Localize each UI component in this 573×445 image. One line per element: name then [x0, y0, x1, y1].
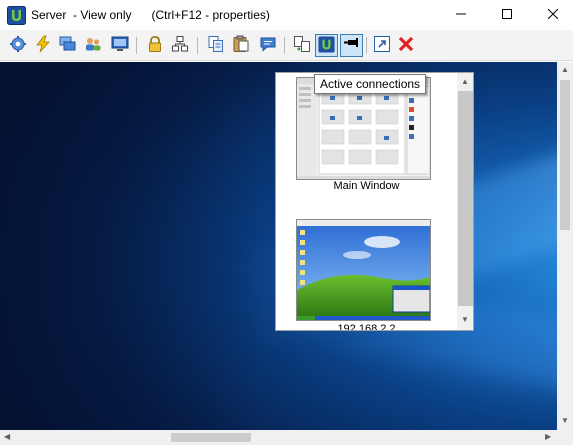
toolbar-separator: [366, 37, 367, 54]
shortcut-hint: (Ctrl+F12 - properties): [151, 8, 270, 22]
lightning-icon: [34, 35, 52, 56]
connections-panel-scroll-thumb[interactable]: [458, 91, 473, 306]
scroll-right-arrow-icon[interactable]: ▶: [545, 433, 551, 441]
external-window-button[interactable]: [370, 34, 393, 57]
scroll-left-arrow-icon[interactable]: ◀: [4, 433, 10, 441]
vertical-scrollbar[interactable]: ▲ ▼: [557, 62, 573, 430]
windows-button[interactable]: [56, 34, 79, 57]
toolbar-separator: [197, 37, 198, 54]
settings-button[interactable]: [6, 34, 29, 57]
minimize-icon: [456, 8, 466, 22]
scroll-up-arrow-icon[interactable]: ▲: [561, 66, 569, 74]
copy-button[interactable]: [204, 34, 227, 57]
scroll-down-arrow-icon[interactable]: ▼: [461, 316, 469, 324]
remote-connection-thumbnail[interactable]: [296, 219, 431, 321]
connections-panel-scrollbar[interactable]: ▲ ▼: [457, 73, 473, 330]
chat-button[interactable]: [256, 34, 279, 57]
lock-button[interactable]: [143, 34, 166, 57]
toolbar-separator: [284, 37, 285, 54]
chat-icon: [259, 35, 277, 56]
desktop-wallpaper-shade: [0, 62, 260, 430]
network-icon: [171, 35, 189, 56]
external-window-icon: [373, 35, 391, 56]
window-title-text: Server - View only: [31, 8, 132, 22]
screen-capture-icon: [111, 35, 129, 56]
minimize-button[interactable]: [438, 0, 484, 30]
maximize-icon: [502, 8, 512, 22]
lock-icon: [146, 35, 164, 56]
active-connections-button[interactable]: [315, 34, 338, 57]
paste-button[interactable]: [229, 34, 252, 57]
horizontal-scrollbar[interactable]: ◀ ▶: [0, 430, 573, 445]
active-connections-icon: [318, 35, 335, 56]
vertical-scroll-thumb[interactable]: [560, 80, 570, 230]
disconnect-button[interactable]: [394, 34, 417, 57]
server-app-icon: [7, 6, 26, 25]
settings-gear-icon: [9, 35, 27, 56]
windows-stack-icon: [59, 35, 77, 56]
network-button[interactable]: [168, 34, 191, 57]
users-button[interactable]: [81, 34, 104, 57]
connection-label: Main Window: [333, 180, 400, 192]
scroll-up-arrow-icon[interactable]: ▲: [461, 78, 469, 86]
copy-icon: [207, 35, 225, 56]
disconnect-x-icon: [397, 35, 415, 56]
connection-label: 192.168.2.2: [337, 323, 396, 331]
window-title: Server - View only (Ctrl+F12 - propertie…: [31, 8, 270, 22]
scroll-down-arrow-icon[interactable]: ▼: [561, 417, 569, 425]
power-button[interactable]: [31, 34, 54, 57]
screen-capture-button[interactable]: [108, 34, 131, 57]
tooltip: Active connections: [314, 74, 427, 94]
users-icon: [84, 35, 102, 56]
toolbar-separator: [136, 37, 137, 54]
paste-icon: [232, 35, 250, 56]
horizontal-scroll-thumb[interactable]: [171, 433, 251, 442]
toolbar: [0, 30, 573, 61]
pin-icon: [343, 35, 361, 56]
close-icon: [547, 8, 559, 22]
file-transfer-icon: [293, 35, 311, 56]
active-connections-panel: Main Window 192.168.2.2 ▲ ▼: [275, 72, 474, 331]
file-transfer-button[interactable]: [290, 34, 313, 57]
pin-button[interactable]: [340, 34, 363, 57]
title-bar: Server - View only (Ctrl+F12 - propertie…: [0, 0, 573, 30]
maximize-button[interactable]: [484, 0, 530, 30]
close-button[interactable]: [530, 0, 573, 30]
